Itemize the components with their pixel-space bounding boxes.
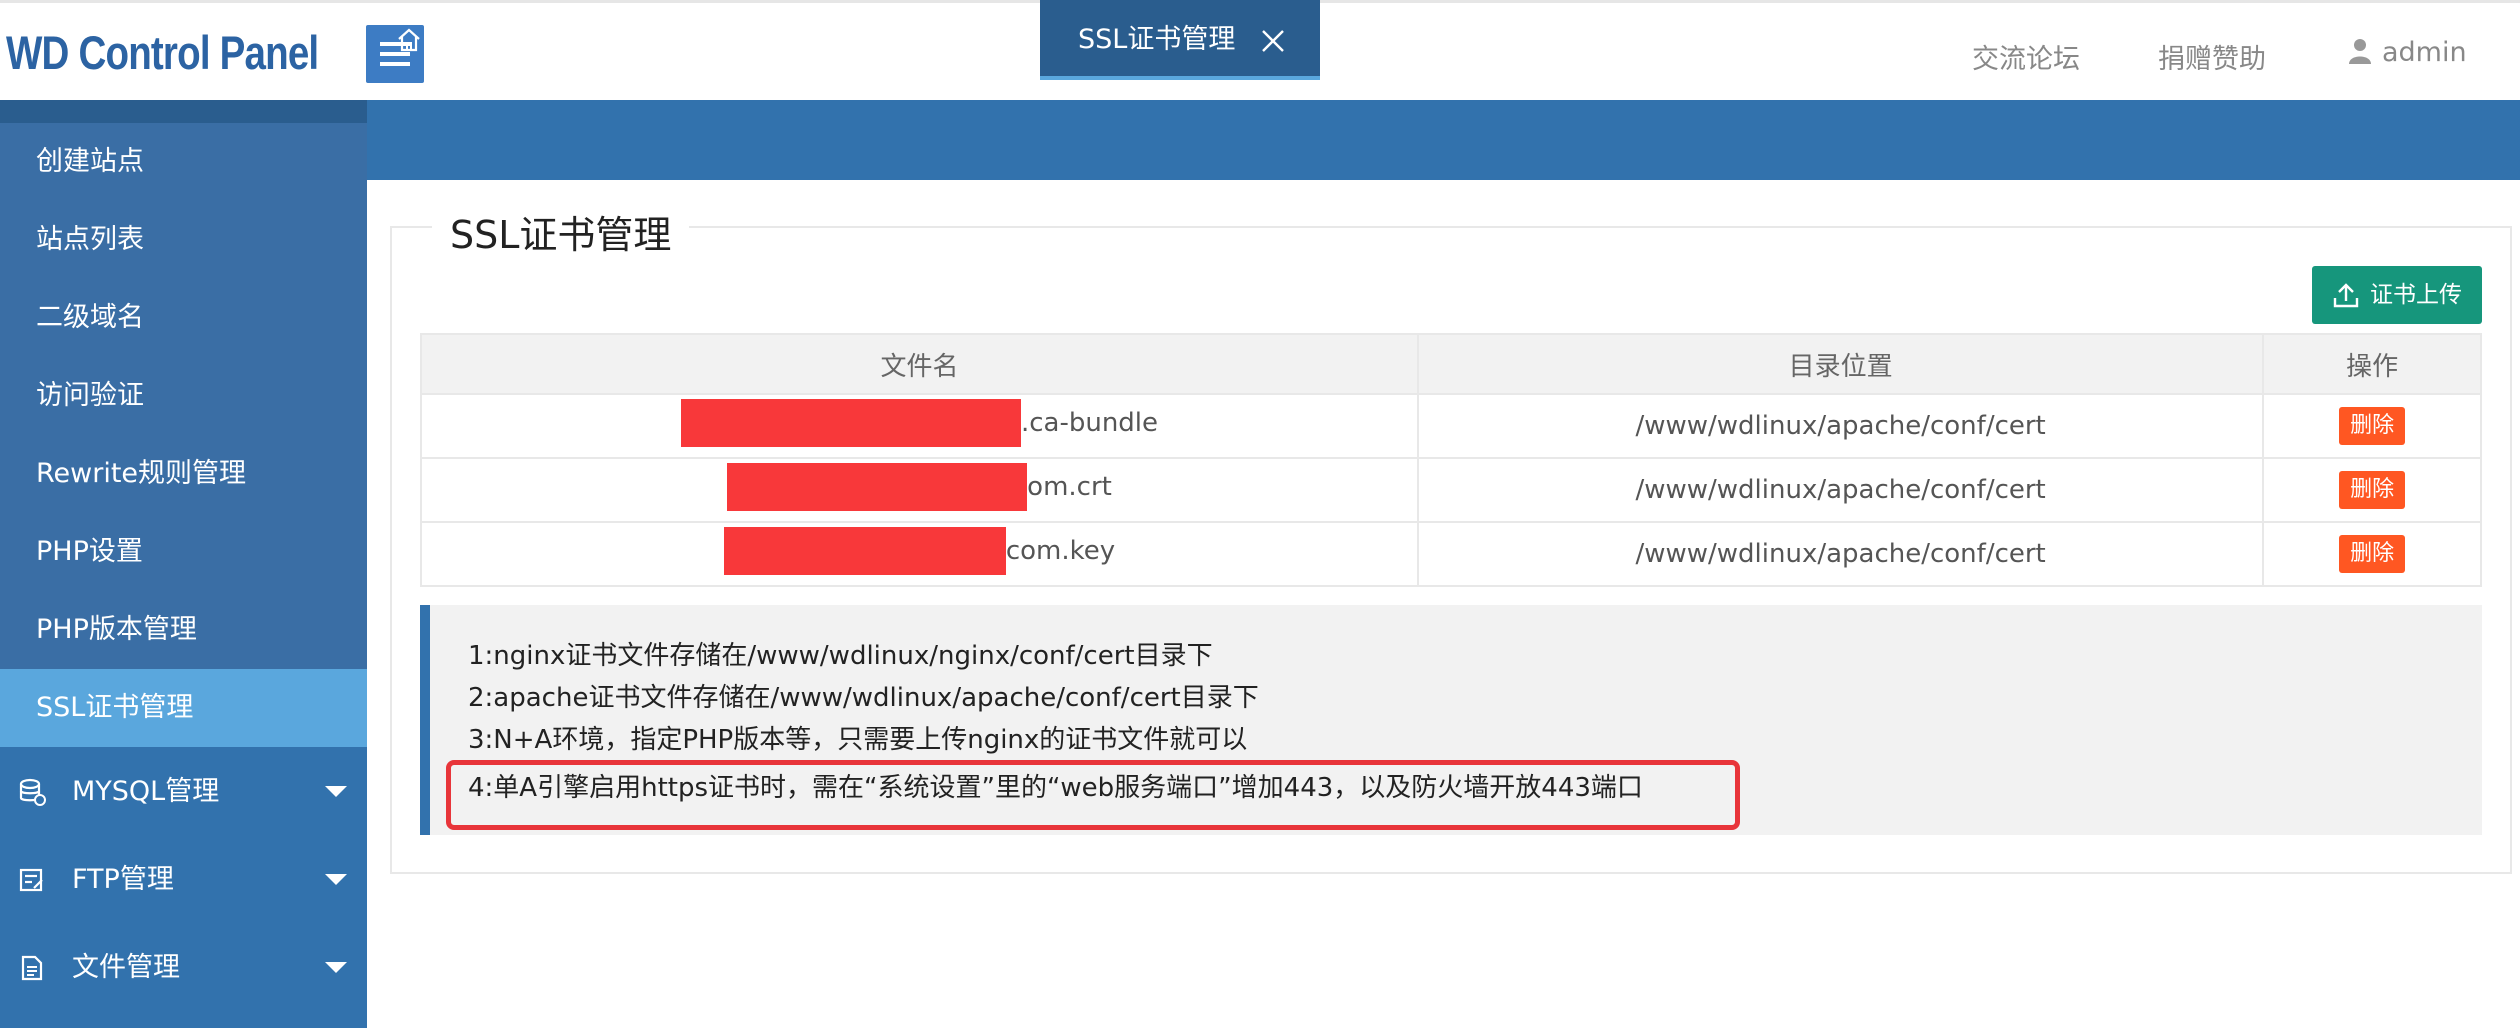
- cert-table: 文件名 目录位置 操作 .ca-bundle /www/wdlinux/apac…: [420, 333, 2482, 587]
- redacted-block: [723, 526, 1006, 575]
- filename-cell: om.crt: [420, 457, 1419, 523]
- tab-ssl[interactable]: SSL证书管理: [1040, 0, 1320, 80]
- sidebar-group-label: 文件管理: [72, 952, 180, 983]
- note-line: 3:N+A环境，指定PHP版本等，只需要上传nginx的证书文件就可以: [468, 725, 1248, 755]
- table-header-row: 文件名 目录位置 操作: [420, 333, 2482, 395]
- close-icon[interactable]: [752, 28, 778, 54]
- highlight-annotation: [446, 760, 1740, 830]
- tab-label: SSL证书管理: [1078, 24, 1236, 55]
- tab-home[interactable]: 后台首页: [390, 0, 580, 80]
- close-icon[interactable]: [1260, 28, 1286, 54]
- chevron-down-icon: [325, 962, 347, 973]
- sidebar-item-php-settings[interactable]: PHP设置: [0, 513, 367, 591]
- tab-label: SSH管理: [622, 24, 731, 55]
- filename-cell: com.key: [420, 521, 1419, 587]
- forum-link[interactable]: 交流论坛: [1972, 37, 2080, 76]
- sidebar-item-subdomain[interactable]: 二级域名: [0, 279, 367, 357]
- ftp-icon: [19, 868, 43, 892]
- database-icon: [19, 778, 46, 806]
- sidebar-group-ftp[interactable]: FTP管理: [0, 836, 367, 924]
- upload-cert-button[interactable]: 证书上传: [2312, 266, 2482, 324]
- directory-cell: /www/wdlinux/apache/conf/cert: [1416, 521, 2265, 587]
- action-cell: 删除: [2262, 457, 2482, 523]
- delete-button[interactable]: 删除: [2339, 471, 2406, 509]
- tab-bar: [367, 100, 2520, 180]
- column-header-directory: 目录位置: [1416, 333, 2265, 395]
- user-name: admin: [2382, 37, 2467, 68]
- table-row: .ca-bundle /www/wdlinux/apache/conf/cert…: [420, 393, 2482, 459]
- user-icon: [2349, 39, 2371, 64]
- donate-link[interactable]: 捐赠赞助: [2158, 37, 2266, 76]
- sidebar-item-create-site[interactable]: 创建站点: [0, 123, 367, 201]
- redacted-block: [680, 398, 1021, 447]
- file-icon: [21, 955, 43, 981]
- sidebar-item-php-version[interactable]: PHP版本管理: [0, 591, 367, 669]
- sidebar-item-rewrite[interactable]: Rewrite规则管理: [0, 435, 367, 513]
- chevron-down-icon: [325, 874, 347, 885]
- sidebar-item-access-auth[interactable]: 访问验证: [0, 357, 367, 435]
- sidebar-item-site-list[interactable]: 站点列表: [0, 201, 367, 279]
- tab-ssh[interactable]: SSH管理: [610, 0, 800, 80]
- note-line: 2:apache证书文件存储在/www/wdlinux/apache/conf/…: [468, 683, 1259, 713]
- chevron-down-icon: [325, 786, 347, 797]
- action-cell: 删除: [2262, 393, 2482, 459]
- sidebar-group-label: MYSQL管理: [72, 776, 220, 807]
- column-header-filename: 文件名: [420, 333, 1419, 395]
- home-icon: [398, 28, 420, 52]
- app-logo[interactable]: WD Control Panel: [6, 25, 319, 80]
- sidebar-group-files[interactable]: 文件管理: [0, 924, 367, 1012]
- filename-suffix: com.key: [1005, 535, 1116, 566]
- sidebar-group-label: FTP管理: [72, 864, 174, 895]
- sidebar-group-mysql[interactable]: MYSQL管理: [0, 748, 367, 836]
- close-icon[interactable]: [980, 28, 1006, 54]
- directory-cell: /www/wdlinux/apache/conf/cert: [1416, 393, 2265, 459]
- upload-cert-label: 证书上传: [2370, 282, 2462, 308]
- tab-label: 二级域名: [852, 24, 960, 55]
- delete-button[interactable]: 删除: [2339, 535, 2406, 573]
- directory-cell: /www/wdlinux/apache/conf/cert: [1416, 457, 2265, 523]
- page-title: SSL证书管理: [432, 204, 690, 259]
- delete-button[interactable]: 删除: [2339, 407, 2406, 445]
- column-header-action: 操作: [2262, 333, 2482, 395]
- filename-suffix: om.crt: [1027, 471, 1112, 502]
- action-cell: 删除: [2262, 521, 2482, 587]
- filename-suffix: .ca-bundle: [1020, 407, 1159, 438]
- table-row: com.key /www/wdlinux/apache/conf/cert 删除: [420, 521, 2482, 587]
- redacted-block: [727, 462, 1028, 511]
- sidebar-item-ssl[interactable]: SSL证书管理: [0, 669, 367, 747]
- user-menu[interactable]: admin: [2348, 37, 2467, 68]
- upload-icon: [2333, 283, 2359, 308]
- table-row: om.crt /www/wdlinux/apache/conf/cert 删除: [420, 457, 2482, 523]
- note-line: 1:nginx证书文件存储在/www/wdlinux/nginx/conf/ce…: [468, 641, 1213, 671]
- filename-cell: .ca-bundle: [420, 393, 1419, 459]
- tab-subdomain[interactable]: 二级域名: [840, 0, 1020, 80]
- tab-label: 后台首页: [444, 24, 552, 55]
